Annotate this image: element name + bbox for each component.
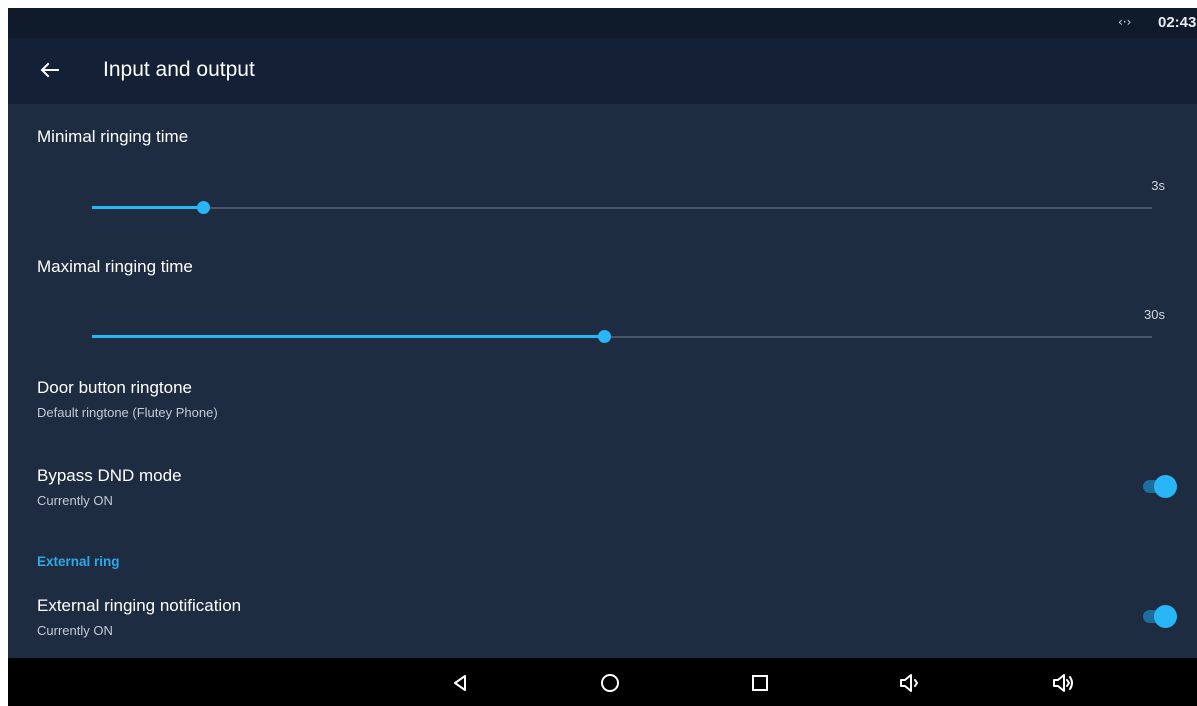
external-notification-summary: Currently ON (37, 623, 113, 638)
bypass-dnd-toggle[interactable] (1141, 474, 1177, 498)
external-ring-category: External ring (37, 554, 120, 569)
bypass-dnd-title: Bypass DND mode (37, 466, 182, 485)
external-notification-row[interactable]: External ringing notification Currently … (8, 586, 1197, 658)
back-button[interactable] (34, 54, 66, 86)
bypass-dnd-summary: Currently ON (37, 493, 113, 508)
nav-back-button[interactable] (444, 667, 476, 699)
page-title: Input and output (103, 58, 255, 81)
external-notification-title: External ringing notification (37, 596, 242, 615)
sync-arrows-icon: ‹·› (1118, 15, 1132, 29)
status-time: 02:43 (1158, 14, 1197, 31)
maximal-ringing-slider[interactable] (92, 329, 1152, 345)
minimal-ringing-title: Minimal ringing time (37, 127, 189, 146)
minimal-ringing-row: Minimal ringing time 3s (8, 104, 1197, 234)
slider-fill (92, 335, 604, 338)
arrow-left-icon (40, 62, 59, 78)
nav-volume-down-button[interactable] (894, 667, 926, 699)
app-bar: Input and output (8, 38, 1197, 104)
bypass-dnd-row[interactable]: Bypass DND mode Currently ON (8, 456, 1197, 528)
minimal-ringing-slider[interactable] (92, 200, 1152, 216)
recents-square-icon (752, 675, 768, 691)
toggle-thumb (1154, 475, 1177, 498)
device-screen: ‹·› 02:43 Input and output Minimal ringi… (8, 8, 1197, 706)
slider-fill (92, 206, 204, 209)
maximal-ringing-row: Maximal ringing time 30s (8, 234, 1197, 364)
home-circle-icon (601, 674, 619, 692)
volume-down-icon (900, 674, 919, 692)
nav-volume-up-button[interactable] (1048, 667, 1080, 699)
nav-recents-button[interactable] (744, 667, 776, 699)
status-bar: ‹·› 02:43 (8, 8, 1197, 38)
slider-thumb[interactable] (597, 330, 611, 343)
maximal-ringing-title: Maximal ringing time (37, 257, 193, 276)
navigation-bar (8, 658, 1197, 706)
toggle-thumb (1154, 605, 1177, 628)
back-triangle-icon (454, 675, 466, 691)
minimal-ringing-value: 3s (1151, 178, 1165, 193)
external-notification-toggle[interactable] (1141, 604, 1177, 628)
slider-track (92, 207, 1152, 209)
door-ringtone-row[interactable]: Door button ringtone Default ringtone (F… (8, 368, 1197, 440)
slider-thumb[interactable] (197, 201, 211, 214)
maximal-ringing-value: 30s (1144, 307, 1165, 322)
door-ringtone-title: Door button ringtone (37, 378, 192, 397)
door-ringtone-summary: Default ringtone (Flutey Phone) (37, 405, 218, 420)
volume-up-icon (1053, 674, 1073, 692)
nav-home-button[interactable] (594, 667, 626, 699)
